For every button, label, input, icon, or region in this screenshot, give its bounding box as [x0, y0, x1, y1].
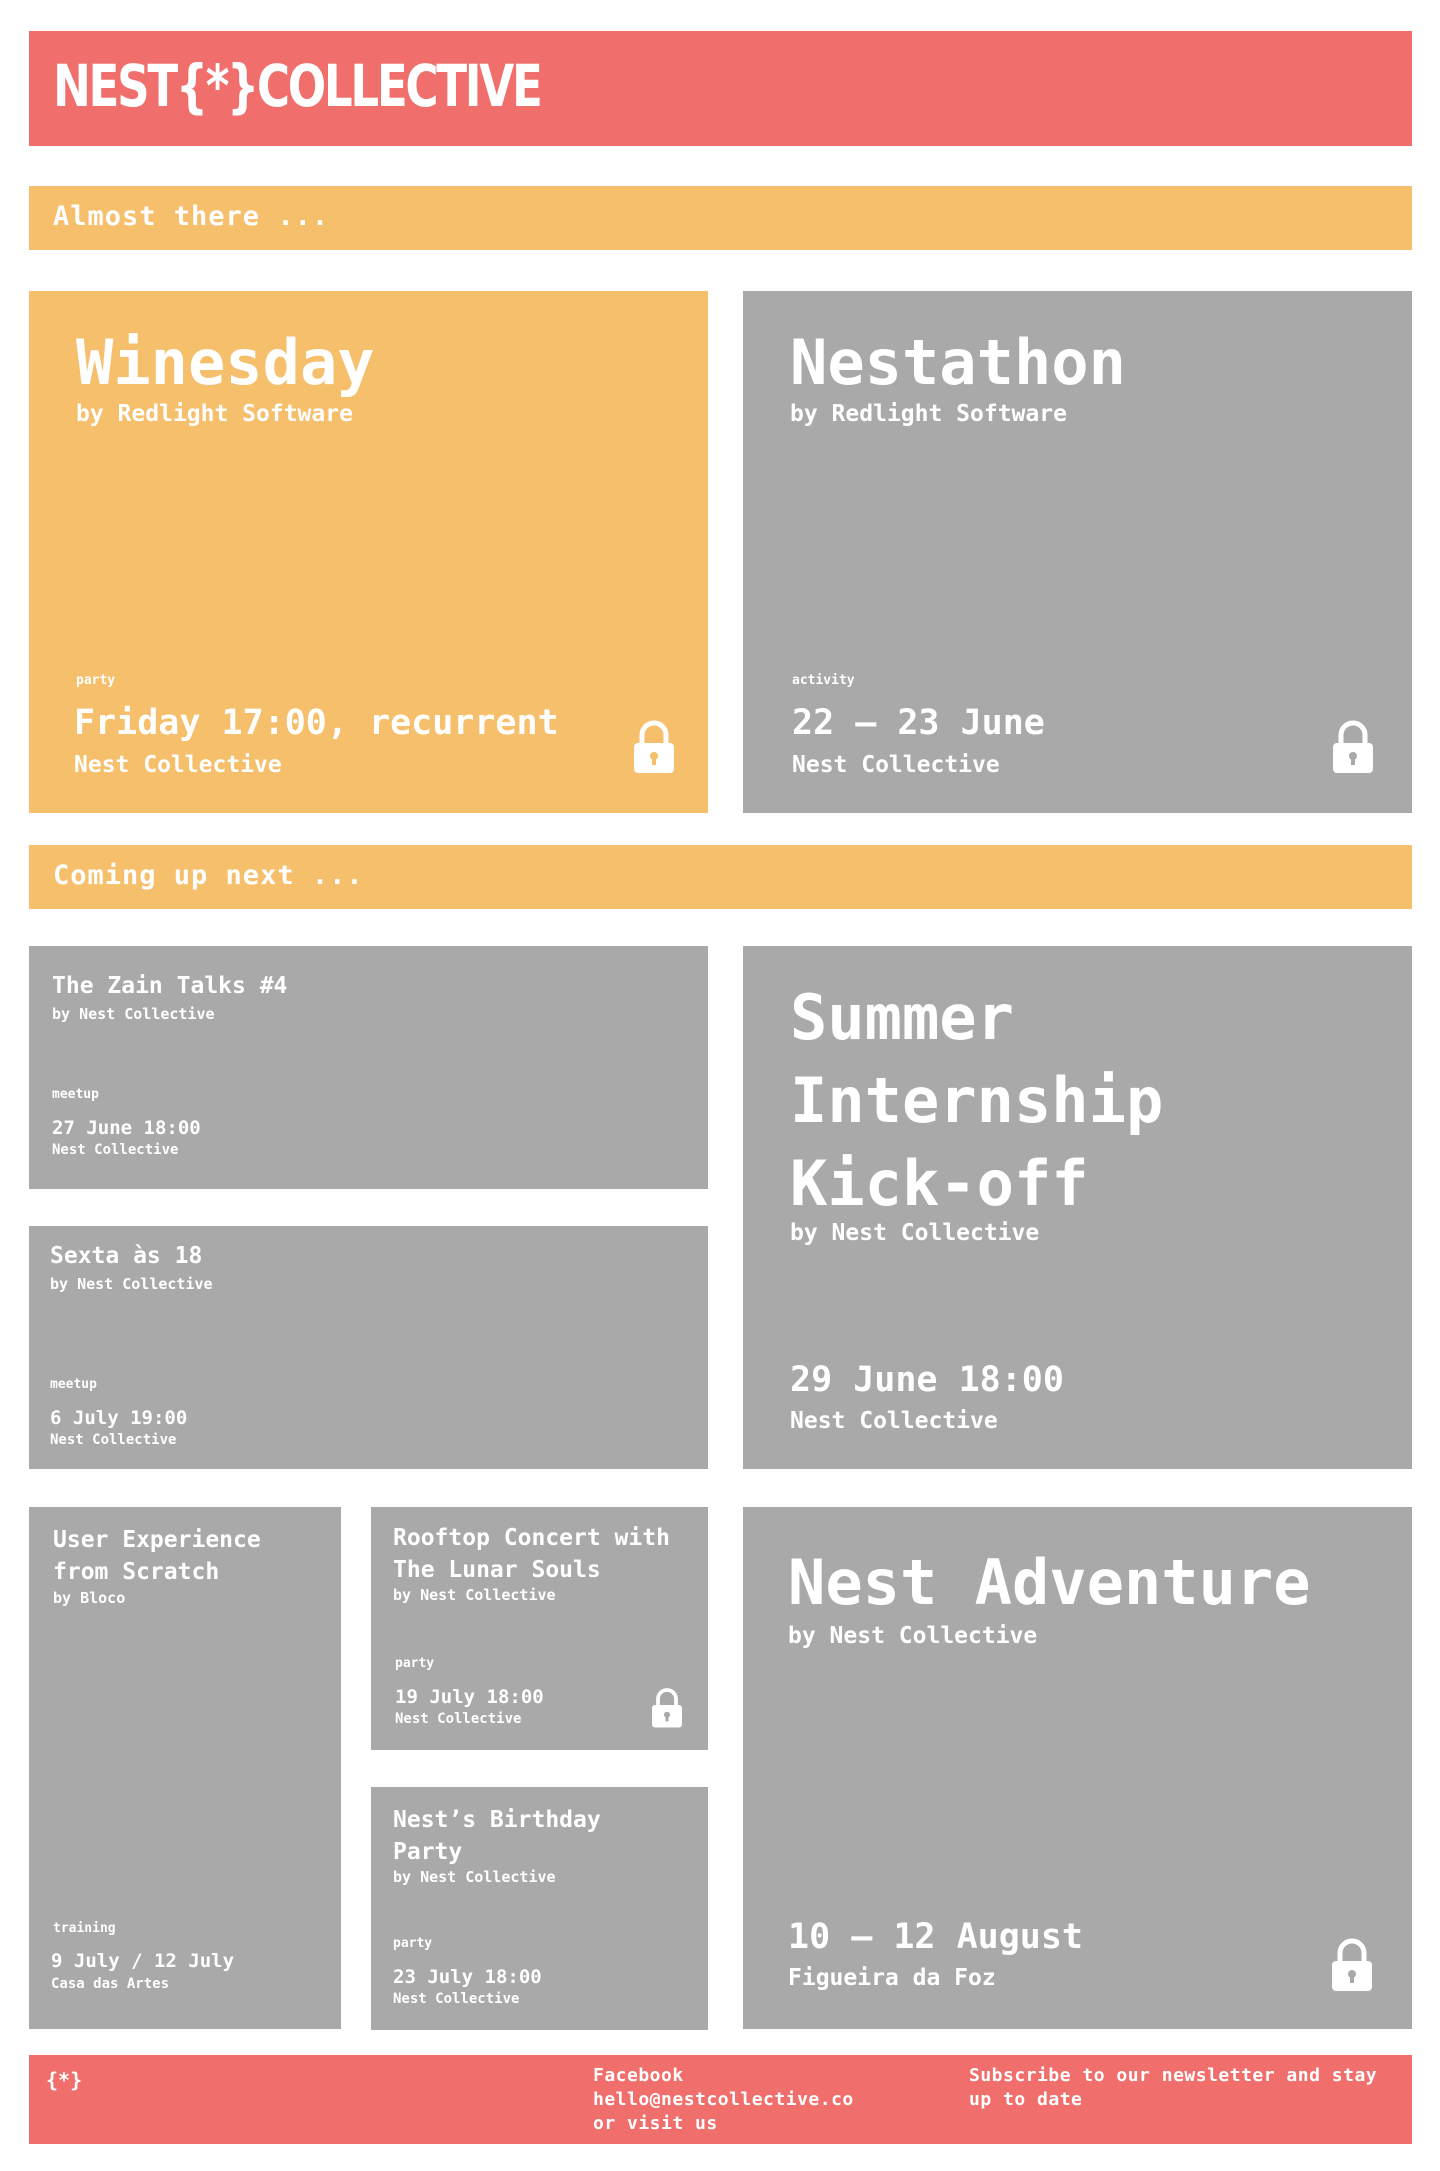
event-title: Winesday: [76, 326, 375, 399]
logo-text: NEST{*}COLLECTIVE: [53, 52, 543, 120]
event-date: 9 July / 12 July: [51, 1950, 235, 1972]
event-title: Rooftop Concert with The Lunar Souls: [393, 1525, 670, 1583]
footer-email-link[interactable]: hello@nestcollective.co: [593, 2088, 893, 2112]
event-card-birthday-party[interactable]: Nest’s Birthday Party by Nest Collective…: [371, 1787, 708, 2030]
header-bar: NEST{*}COLLECTIVE: [29, 31, 1412, 146]
event-card-user-experience[interactable]: User Experience from Scratch by Bloco tr…: [29, 1507, 341, 2029]
event-date: 27 June 18:00: [52, 1117, 201, 1139]
lock-icon[interactable]: [1330, 1937, 1374, 1993]
footer-contact: Facebook hello@nestcollective.co or visi…: [593, 2064, 893, 2136]
event-venue: Casa das Artes: [51, 1976, 170, 1992]
event-organizer: by Nest Collective: [790, 1220, 1040, 1246]
event-title: Nest’s Birthday Party: [393, 1807, 601, 1865]
event-category: training: [53, 1921, 116, 1936]
event-title: The Zain Talks #4: [52, 973, 288, 999]
event-card-winesday[interactable]: Winesday by Redlight Software party Frid…: [29, 291, 708, 813]
footer-bar: {*} Facebook hello@nestcollective.co or …: [29, 2055, 1412, 2144]
lock-icon[interactable]: [1331, 719, 1375, 775]
footer-subscribe[interactable]: Subscribe to our newsletter and stay up …: [969, 2064, 1399, 2112]
footer-logo[interactable]: {*}: [46, 2068, 82, 2092]
event-venue: Figueira da Foz: [788, 1965, 996, 1991]
event-title: Sexta às 18: [50, 1243, 203, 1269]
lock-icon[interactable]: [632, 719, 676, 775]
event-card-rooftop-concert[interactable]: Rooftop Concert with The Lunar Souls by …: [371, 1507, 708, 1750]
event-organizer: by Nest Collective: [50, 1275, 213, 1293]
event-venue: Nest Collective: [50, 1432, 177, 1448]
site-logo[interactable]: NEST{*}COLLECTIVE: [53, 57, 573, 121]
event-card-summer-internship[interactable]: Summer Internship Kick-off by Nest Colle…: [743, 946, 1412, 1469]
event-date: 19 July 18:00: [395, 1686, 544, 1708]
event-venue: Nest Collective: [74, 752, 282, 778]
event-organizer: by Nest Collective: [393, 1868, 556, 1886]
event-venue: Nest Collective: [790, 1408, 998, 1434]
event-organizer: by Nest Collective: [788, 1623, 1038, 1649]
event-card-nest-adventure[interactable]: Nest Adventure by Nest Collective 10 – 1…: [743, 1507, 1412, 2029]
footer-facebook-link[interactable]: Facebook: [593, 2064, 893, 2088]
event-date: Friday 17:00, recurrent: [74, 703, 559, 743]
event-date: 29 June 18:00: [790, 1360, 1064, 1400]
event-title: User Experience from Scratch: [53, 1527, 261, 1585]
event-category: party: [395, 1656, 435, 1671]
event-organizer: by Redlight Software: [76, 401, 353, 427]
event-card-sexta[interactable]: Sexta às 18 by Nest Collective meetup 6 …: [29, 1226, 708, 1469]
event-date: 22 – 23 June: [792, 703, 1045, 743]
event-venue: Nest Collective: [393, 1991, 520, 2007]
event-category: party: [76, 673, 116, 688]
event-organizer: by Nest Collective: [393, 1586, 556, 1604]
event-category: meetup: [50, 1377, 97, 1392]
event-title: Summer Internship Kick-off: [790, 981, 1164, 1220]
section-label-almost-there: Almost there ...: [29, 186, 1412, 250]
event-title: Nestathon: [790, 326, 1126, 399]
event-title: Nest Adventure: [788, 1546, 1311, 1619]
event-organizer: by Bloco: [53, 1589, 126, 1607]
event-category: activity: [792, 673, 855, 688]
event-card-nestathon[interactable]: Nestathon by Redlight Software activity …: [743, 291, 1412, 813]
event-date: 23 July 18:00: [393, 1966, 542, 1988]
event-organizer: by Nest Collective: [52, 1005, 215, 1023]
event-date: 10 – 12 August: [788, 1917, 1084, 1957]
lock-icon[interactable]: [650, 1687, 684, 1729]
section-label-coming-up-next: Coming up next ...: [29, 845, 1412, 909]
footer-visit-link[interactable]: or visit us: [593, 2112, 893, 2136]
event-venue: Nest Collective: [52, 1142, 179, 1158]
event-card-zain-talks[interactable]: The Zain Talks #4 by Nest Collective mee…: [29, 946, 708, 1189]
event-date: 6 July 19:00: [50, 1407, 188, 1429]
event-category: party: [393, 1936, 433, 1951]
event-venue: Nest Collective: [395, 1711, 522, 1727]
event-category: meetup: [52, 1087, 99, 1102]
event-venue: Nest Collective: [792, 752, 1000, 778]
event-organizer: by Redlight Software: [790, 401, 1067, 427]
